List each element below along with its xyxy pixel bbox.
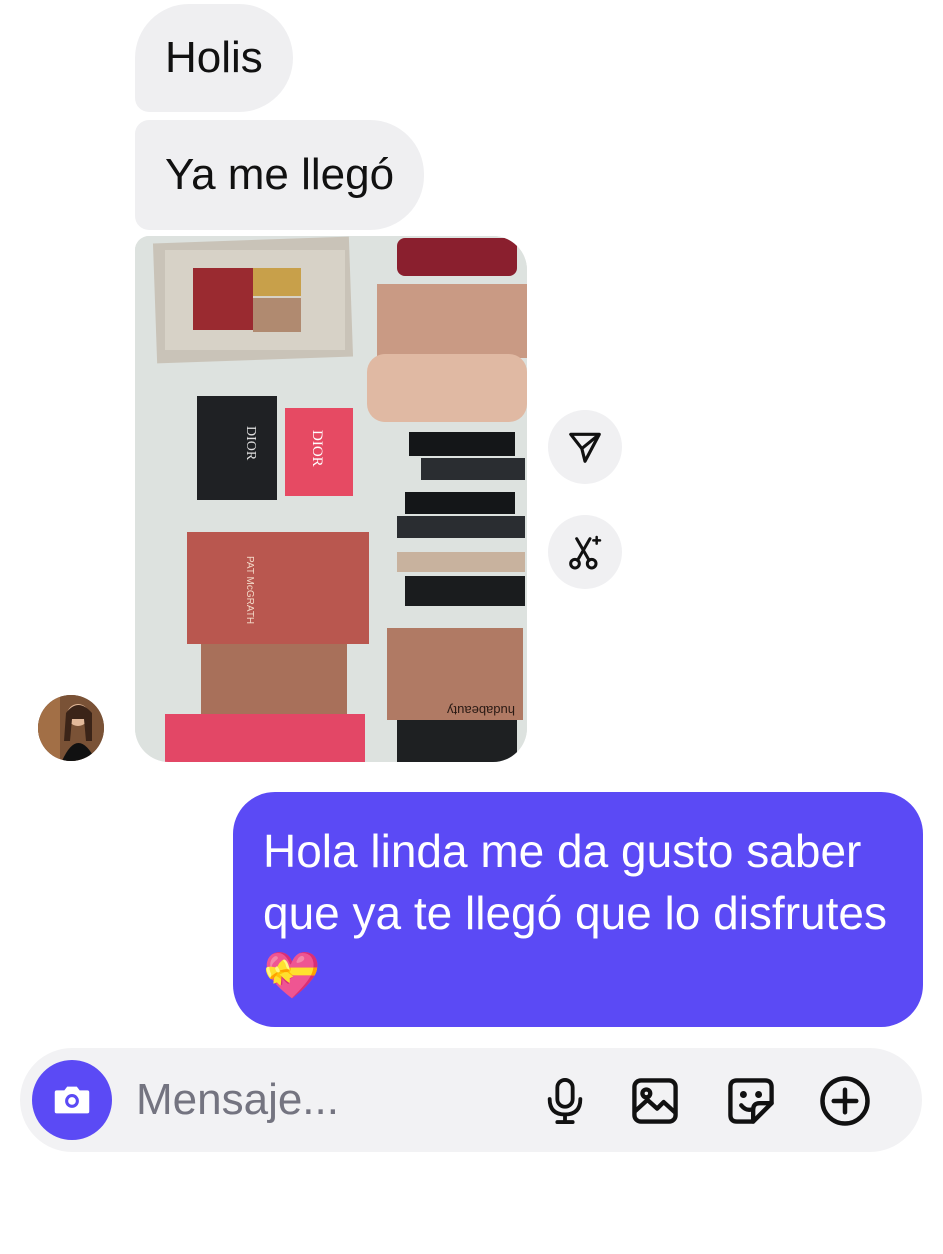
- share-button[interactable]: [548, 410, 622, 484]
- message-text: Holis: [165, 33, 263, 82]
- incoming-message[interactable]: Ya me llegó: [135, 120, 425, 230]
- microphone-icon: [547, 1078, 583, 1124]
- makeup-products-photo: DIOR DIOR PAT McGRATH hudabeauty: [135, 236, 527, 762]
- camera-button[interactable]: [32, 1060, 112, 1140]
- box-label: DIOR: [309, 430, 325, 467]
- sticker-icon: [728, 1078, 774, 1124]
- voice-button[interactable]: [538, 1074, 592, 1128]
- box-label: hudabeauty: [447, 703, 515, 718]
- incoming-message[interactable]: Holis: [135, 4, 293, 112]
- send-icon: [569, 432, 601, 463]
- heart-emoji: 💝: [263, 949, 321, 1001]
- box-label: DIOR: [243, 426, 258, 461]
- message-input[interactable]: Mensaje...: [136, 1076, 339, 1124]
- gallery-button[interactable]: [628, 1074, 682, 1128]
- message-text: Hola linda me da gusto saber que ya te l…: [263, 825, 887, 939]
- more-button[interactable]: [818, 1074, 872, 1128]
- gallery-icon: [632, 1078, 678, 1124]
- avatar[interactable]: [38, 695, 104, 761]
- plus-icon: [820, 1076, 870, 1126]
- camera-icon: [54, 1086, 90, 1114]
- outgoing-message[interactable]: Hola linda me da gusto saber que ya te l…: [233, 792, 923, 1027]
- sticker-button[interactable]: [724, 1074, 778, 1128]
- message-composer: Mensaje...: [20, 1048, 922, 1152]
- photo-message[interactable]: DIOR DIOR PAT McGRATH hudabeauty: [135, 236, 527, 762]
- cut-icon: [569, 535, 602, 570]
- message-text: Ya me llegó: [165, 150, 395, 199]
- cutout-button[interactable]: [548, 515, 622, 589]
- box-label: PAT McGRATH: [244, 556, 255, 624]
